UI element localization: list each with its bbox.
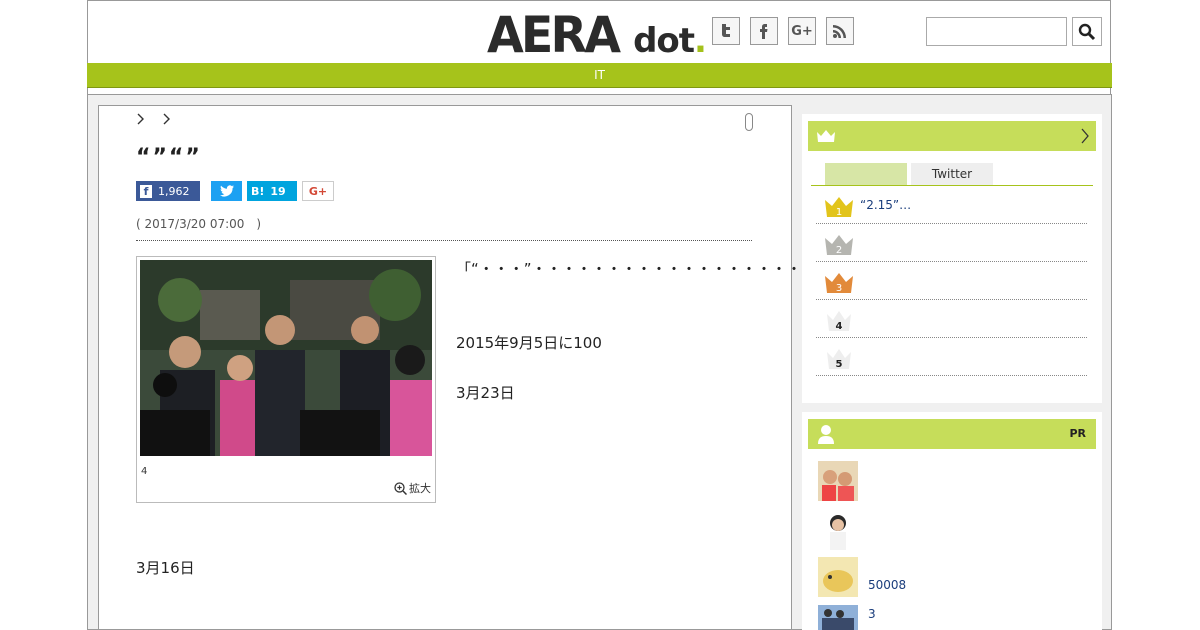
breadcrumb-chevron-icon[interactable] — [137, 113, 145, 129]
breadcrumb-chevron-icon[interactable] — [163, 113, 171, 129]
logo-dot-text: dot. — [633, 21, 707, 61]
zoom-button[interactable]: 拡大 — [394, 480, 431, 496]
pr-thumbnail[interactable] — [818, 510, 858, 550]
twitter-bird-icon — [219, 185, 234, 197]
person-icon — [818, 425, 834, 444]
ranking-item[interactable]: 1 “2.15”… — [816, 186, 1087, 224]
search-button[interactable] — [1072, 17, 1102, 46]
google-plus-icon: G+ — [308, 184, 328, 198]
svg-text:2: 2 — [836, 245, 842, 256]
google-plus-share-button[interactable]: G+ — [302, 181, 334, 201]
ranking-item[interactable]: 3 — [816, 262, 1087, 300]
rank-2-crown-icon: 2 — [825, 235, 853, 256]
article-paragraph: 「“・・・”・・・・・・・・・・・・・・・・・・・・・・・・・・・・・・・・・ — [456, 260, 1027, 278]
pr-thumbnail[interactable] — [818, 557, 858, 597]
breadcrumb-spacer — [151, 113, 157, 129]
tab-ranking-twitter[interactable]: Twitter — [911, 163, 993, 185]
breadcrumb[interactable] — [137, 113, 171, 129]
article-paragraph: 3月16日 — [136, 559, 195, 577]
hatena-bookmark-button[interactable]: B! 19 — [247, 181, 297, 201]
article-paragraph: 3月23日 — [456, 384, 515, 402]
pr-item-text[interactable]: 50008 — [868, 578, 906, 592]
facebook-icon: f — [140, 184, 152, 198]
hatena-icon: B! — [251, 184, 265, 198]
pr-label: PR — [1069, 427, 1086, 440]
rss-icon[interactable] — [826, 17, 854, 45]
clip-icon[interactable] — [745, 113, 753, 131]
article-paragraph: 2015年9月5日に100 — [456, 334, 602, 352]
article-title: “”“” — [136, 145, 202, 170]
ranking-item[interactable]: 4 — [816, 300, 1087, 338]
rank-3-crown-icon: 3 — [825, 273, 853, 294]
rank-1-crown-icon: 1 — [825, 197, 853, 218]
zoom-label: 拡大 — [409, 482, 431, 495]
facebook-share-count: 1,962 — [158, 184, 190, 198]
ranking-item[interactable]: 5 — [816, 338, 1087, 376]
google-plus-icon[interactable]: G+ — [788, 17, 816, 45]
chevron-right-icon[interactable] — [1080, 128, 1090, 144]
svg-text:1: 1 — [836, 207, 842, 218]
search-input[interactable] — [926, 17, 1067, 46]
ranking-item[interactable]: 2 — [816, 224, 1087, 262]
svg-text:3: 3 — [836, 283, 842, 294]
facebook-icon[interactable] — [750, 17, 778, 45]
site-logo[interactable]: AERA dot. — [487, 6, 707, 64]
facebook-share-button[interactable]: f 1,962 — [136, 181, 200, 201]
pr-header: PR — [808, 419, 1096, 449]
article-photo-box[interactable]: 4 拡大 — [136, 256, 436, 503]
pr-item-text[interactable]: 3 — [868, 607, 876, 621]
pr-thumbnail[interactable] — [818, 461, 858, 501]
search-icon — [1078, 23, 1096, 40]
rank-4-crown-icon: 4 — [827, 311, 851, 332]
twitter-share-button[interactable] — [211, 181, 242, 201]
article-photo[interactable] — [140, 260, 432, 456]
pr-thumbnail[interactable] — [818, 605, 858, 630]
crown-icon — [817, 130, 835, 142]
divider — [136, 240, 752, 241]
zoom-in-icon — [394, 481, 407, 495]
svg-text:4: 4 — [836, 321, 843, 332]
twitter-icon[interactable] — [712, 17, 740, 45]
svg-text:5: 5 — [836, 359, 843, 370]
publish-date: ( 2017/3/20 07:00 ) — [136, 217, 262, 231]
ranking-header[interactable] — [808, 121, 1096, 151]
nav-category-label[interactable]: IT — [594, 68, 605, 82]
logo-aera-text: AERA — [487, 6, 621, 64]
photo-caption: 4 — [141, 466, 148, 477]
category-nav[interactable]: IT — [87, 63, 1112, 88]
tab-ranking-default[interactable] — [825, 163, 907, 185]
hatena-count: 19 — [270, 184, 286, 198]
rank-5-crown-icon: 5 — [827, 349, 851, 370]
ranking-item-text[interactable]: “2.15”… — [860, 198, 911, 212]
